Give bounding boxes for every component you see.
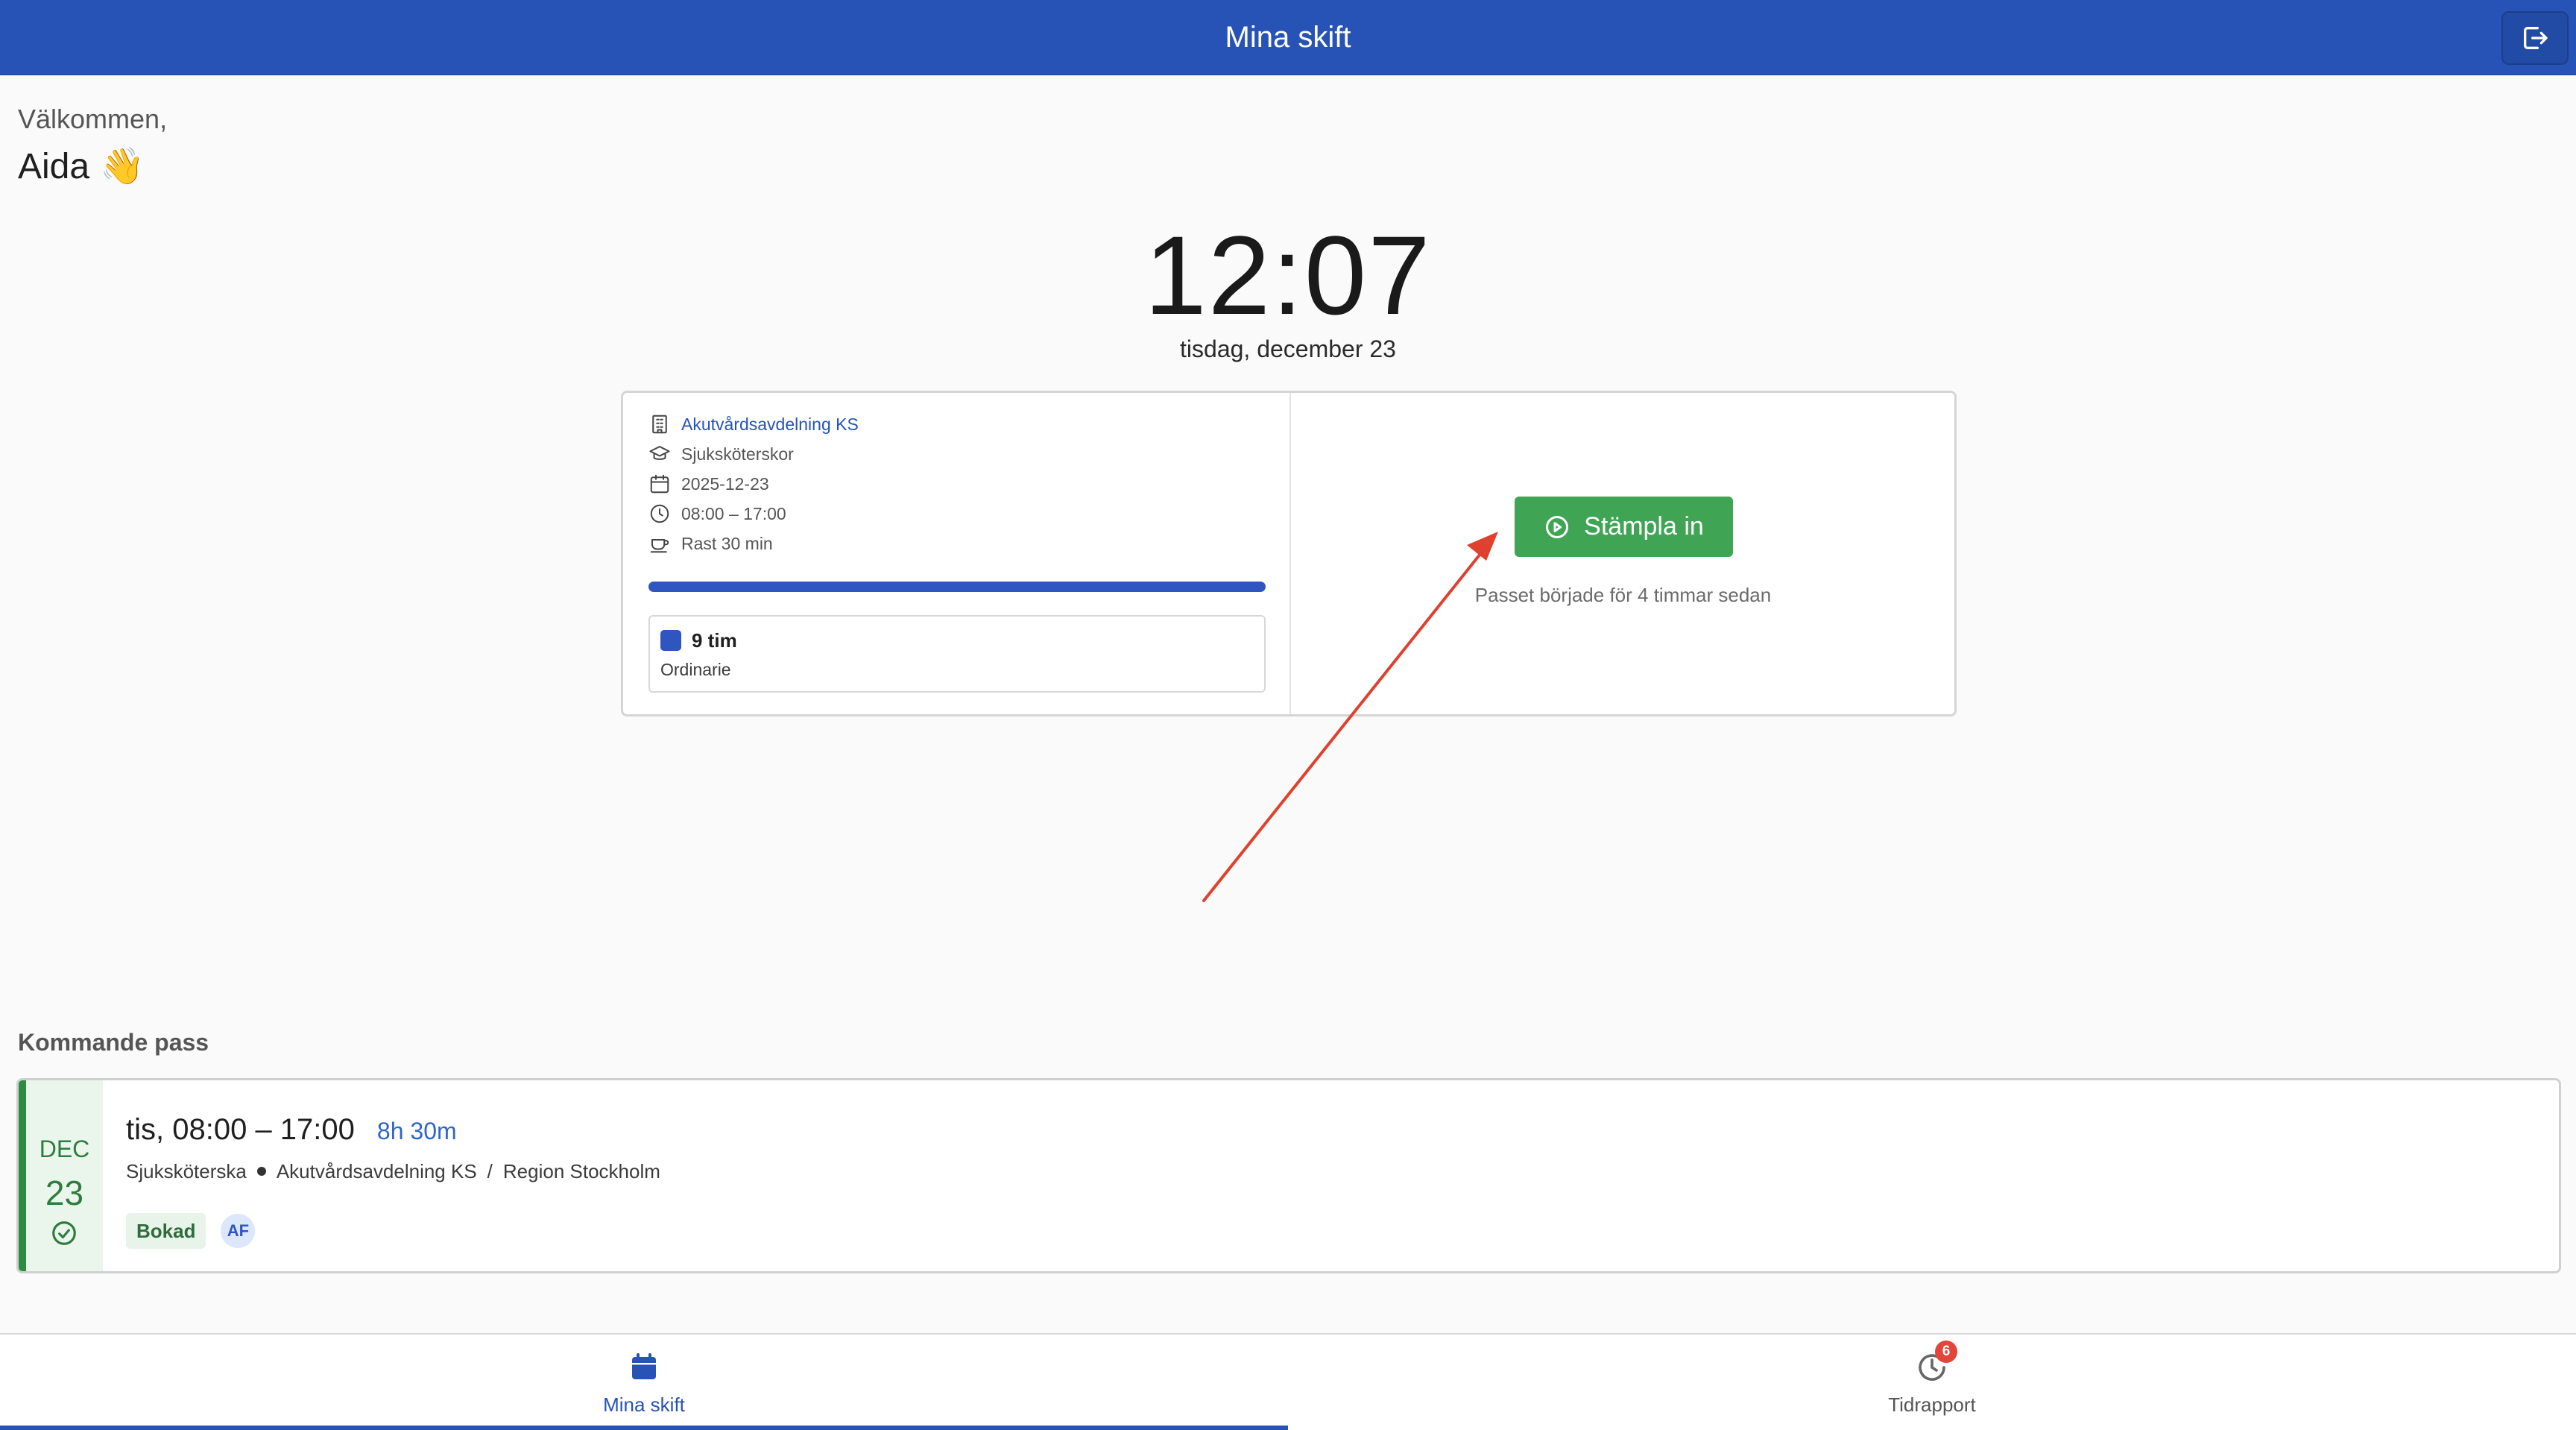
clock-in-label: Stämpla in — [1584, 512, 1704, 541]
shift-day: 23 — [45, 1174, 84, 1212]
waving-hand-emoji: 👋 — [100, 147, 145, 186]
shift-department-row: Akutvårdsavdelning KS — [648, 413, 859, 435]
avatar: AF — [221, 1214, 256, 1248]
clock-in-button[interactable]: Stämpla in — [1515, 497, 1733, 557]
user-name: Aida — [18, 147, 90, 186]
user-greeting: Aida 👋 — [18, 146, 145, 188]
shift-progress-bar — [648, 582, 1266, 592]
check-circle-icon — [52, 1221, 76, 1245]
upcoming-shifts-heading: Kommande pass — [18, 1029, 209, 1056]
welcome-text: Välkommen, — [18, 104, 168, 134]
nav-item-mina-skift[interactable]: Mina skift — [0, 1335, 1288, 1430]
shift-duration: 8h 30m — [376, 1118, 457, 1144]
shift-role-row: Sjuksköterskor — [648, 443, 794, 465]
logout-icon — [2524, 27, 2548, 50]
status-badge: Bokad — [126, 1213, 206, 1249]
shift-month: DEC — [39, 1136, 90, 1162]
calendar-outline-icon — [650, 474, 669, 494]
current-time: 12:07 — [1144, 212, 1432, 338]
shift-break-row: Rast 30 min — [648, 532, 773, 555]
building-icon — [652, 415, 667, 434]
shift-hours: 08:00 – 17:00 — [681, 504, 786, 523]
calendar-icon — [632, 1353, 656, 1379]
shift-date: 2025-12-23 — [681, 474, 769, 494]
logout-button[interactable] — [2501, 11, 2569, 65]
nav-label-tidrapport: Tidrapport — [1888, 1393, 1976, 1416]
page-title: Mina skift — [1225, 21, 1351, 54]
hours-type: Ordinarie — [660, 660, 731, 679]
shift-started-text: Passet började för 4 timmar sedan — [1474, 584, 1772, 606]
shift-date-row: 2025-12-23 — [648, 473, 769, 495]
shift-region: Region Stockholm — [502, 1160, 660, 1182]
shift-role: Sjuksköterska — [126, 1160, 247, 1182]
nav-item-tidrapport[interactable]: 6 Tidrapport — [1288, 1335, 2576, 1430]
shift-date-column: DEC 23 — [19, 1080, 103, 1271]
separator-dot — [256, 1167, 266, 1176]
top-app-bar: Mina skift — [0, 0, 2576, 75]
play-circle-icon — [1546, 515, 1569, 538]
ordinary-hours-swatch — [660, 630, 681, 651]
shift-break: Rast 30 min — [681, 534, 773, 553]
shift-department: Akutvårdsavdelning KS — [276, 1160, 477, 1182]
current-shift-card: Akutvårdsavdelning KS Sjuksköterskor 202… — [621, 391, 1957, 716]
separator-slash: / — [487, 1160, 493, 1182]
bottom-navigation: Mina skift 6 Tidrapport — [0, 1333, 2576, 1430]
shift-meta: Sjuksköterska Akutvårdsavdelning KS / Re… — [126, 1159, 660, 1183]
hours-total: 9 tim — [692, 629, 737, 652]
active-tab-indicator — [0, 1426, 1288, 1430]
hours-summary-box: 9 tim Ordinarie — [648, 615, 1266, 693]
shift-hours-row: 08:00 – 17:00 — [648, 503, 786, 525]
card-divider — [1289, 393, 1291, 714]
shift-tags: Bokad AF — [126, 1213, 256, 1249]
current-date: tisdag, december 23 — [1180, 336, 1396, 362]
nav-label-mina-skift: Mina skift — [603, 1393, 685, 1416]
shift-time-line: tis, 08:00 – 17:00 8h 30m — [126, 1112, 457, 1147]
graduation-cap-icon — [649, 446, 670, 460]
notification-badge: 6 — [1935, 1341, 1957, 1363]
shift-time: tis, 08:00 – 17:00 — [126, 1113, 355, 1146]
shift-role: Sjuksköterskor — [681, 444, 794, 464]
coffee-cup-icon — [650, 539, 669, 553]
department-link[interactable]: Akutvårdsavdelning KS — [681, 413, 859, 435]
clock-icon — [650, 504, 669, 523]
upcoming-shift-card[interactable]: DEC 23 tis, 08:00 – 17:00 8h 30m Sjukskö… — [16, 1078, 2561, 1273]
